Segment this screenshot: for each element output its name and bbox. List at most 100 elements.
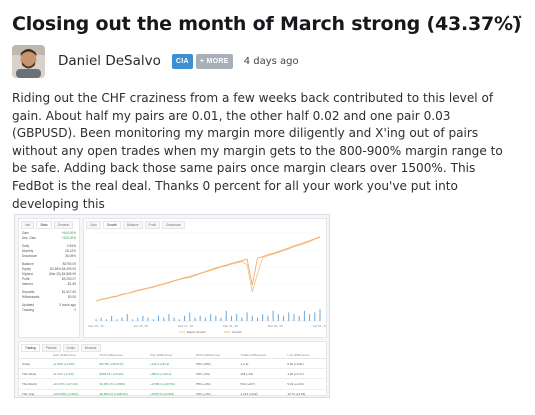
table-cell: 12.74 (+5.18) bbox=[284, 389, 326, 397]
stats-tab-general[interactable]: General bbox=[53, 221, 73, 229]
daily-bar bbox=[158, 315, 160, 321]
avatar[interactable] bbox=[12, 44, 45, 78]
stats-tab-stats[interactable]: Stats bbox=[36, 221, 52, 229]
daily-bar bbox=[309, 314, 311, 321]
table-cell: 0.02 (+0.01) bbox=[284, 358, 326, 370]
daily-bar bbox=[204, 317, 206, 321]
stat-label: Interest bbox=[22, 282, 33, 286]
chart-tab-profit[interactable]: Profit bbox=[144, 221, 160, 229]
daily-bar bbox=[298, 315, 300, 321]
table-cell: 4 (+2) bbox=[237, 358, 285, 370]
table-cell: $27.80 (+39.97%) bbox=[96, 358, 148, 370]
daily-bar bbox=[116, 319, 118, 321]
table-cell: $2,800.44 (+198.4%) bbox=[96, 389, 148, 397]
table-row[interactable]: This Month +43.37% (+37.1%) $1,351.70 (+15… bbox=[19, 378, 326, 390]
stat-row: Interest -$1.89 bbox=[19, 282, 79, 287]
table-row[interactable]: This Week +9.72% (-2.1%) $293.51 (+19.4%) +… bbox=[19, 368, 326, 380]
daily-bar bbox=[288, 312, 290, 321]
chart-tab-drawdown[interactable]: Drawdown bbox=[162, 221, 186, 229]
daily-bar bbox=[277, 314, 279, 321]
series-line-growth bbox=[95, 236, 321, 302]
daily-bar bbox=[199, 315, 201, 321]
chart-tab-balance[interactable]: Balance bbox=[123, 221, 143, 229]
table-cell: +111.9 (+84.2) bbox=[147, 358, 193, 370]
table-cell: 1.20 (+0.17) bbox=[284, 368, 326, 380]
table-cell: +563.3 (+122.4) bbox=[147, 368, 193, 380]
daily-bar bbox=[163, 317, 165, 321]
daily-bar bbox=[147, 317, 149, 321]
chart-tab-growth[interactable]: Growth bbox=[102, 221, 122, 229]
post-card: Closing out the month of March strong (4… bbox=[0, 0, 535, 415]
table-cell: $293.51 (+19.4%) bbox=[96, 368, 148, 380]
table-row[interactable]: Today +4.93% (+3.9%) $27.80 (+39.97%) +111.… bbox=[19, 358, 326, 370]
daily-bar bbox=[225, 310, 227, 321]
daily-bar bbox=[251, 315, 253, 321]
x-tick-label: Mar 19, '15 bbox=[268, 324, 283, 328]
stat-label: Abs. Gain bbox=[22, 236, 36, 240]
stat-row: Withdrawals $0.00 bbox=[19, 295, 79, 300]
daily-bar bbox=[184, 315, 186, 321]
daily-bar bbox=[137, 317, 139, 321]
table-cell: This Month bbox=[19, 378, 50, 390]
stat-value: 0 bbox=[74, 308, 76, 312]
table-row[interactable]: This Year +164.58% (+110%) $2,800.44 (+198… bbox=[19, 389, 326, 397]
stat-value: $0.00 bbox=[68, 295, 76, 299]
stat-value: +432.00% bbox=[61, 236, 76, 240]
legend-label: Equity Growth bbox=[187, 330, 206, 334]
series-line-equity-growth bbox=[95, 237, 321, 302]
daily-bar bbox=[126, 314, 128, 321]
stat-row: Tracking 0 bbox=[19, 308, 79, 313]
stats-list: Gain +944.00% Abs. Gain +432.00% Daily 0.81% M… bbox=[19, 231, 79, 313]
chart-tab-gain[interactable]: Gain bbox=[86, 221, 101, 229]
daily-bar bbox=[246, 312, 248, 321]
daily-bar bbox=[121, 317, 123, 321]
table-tab-periods[interactable]: Periods bbox=[41, 344, 61, 352]
x-tick-label: Jan 15, '15 bbox=[134, 324, 149, 328]
post-timestamp: 4 days ago bbox=[243, 55, 299, 67]
stat-row: Drawdown 36.05% bbox=[19, 254, 79, 259]
more-badges-button[interactable]: + MORE bbox=[195, 53, 233, 69]
table-tab-trading[interactable]: Trading bbox=[21, 344, 40, 352]
daily-bar bbox=[131, 319, 133, 321]
stats-tabs: Info Stats General bbox=[19, 219, 79, 229]
post-body: Riding out the CHF craziness from a few … bbox=[12, 91, 503, 211]
table-cell: +6,057.0 (+215%) bbox=[147, 389, 193, 397]
stat-value: -$1.89 bbox=[66, 282, 76, 286]
table-cell: 74% (+1%) bbox=[192, 389, 238, 397]
author-row: Daniel DeSalvo CIA + MORE 4 days ago bbox=[12, 44, 523, 78]
cia-badge: CIA bbox=[171, 53, 193, 69]
table-cell: 1,213 (+512) bbox=[237, 389, 285, 397]
table-cell: +9.72% (-2.1%) bbox=[49, 368, 97, 380]
table-tab-browser[interactable]: Browser bbox=[80, 344, 101, 352]
stat-label: Tracking bbox=[22, 308, 35, 312]
daily-bar bbox=[220, 317, 222, 321]
table-cell: $1,351.70 (+150%) bbox=[96, 378, 148, 390]
trading-table-panel: Trading Periods Goals Browser Gain (Differe… bbox=[18, 341, 327, 397]
daily-bar bbox=[267, 315, 269, 321]
stats-tab-info[interactable]: Info bbox=[21, 221, 35, 229]
daily-bar bbox=[272, 310, 274, 321]
table-tab-goals[interactable]: Goals bbox=[62, 344, 79, 352]
author-name[interactable]: Daniel DeSalvo bbox=[58, 53, 161, 69]
daily-bar bbox=[105, 319, 107, 321]
stat-value: 36.05% bbox=[65, 254, 76, 258]
table-cell: +43.37% (+37.1%) bbox=[49, 378, 97, 390]
account-stats-panel: Info Stats General Gain +944.00% Abs. Gain +4… bbox=[18, 218, 80, 338]
growth-chart-panel: Gain Growth Balance Profit Drawdown Dec 15, … bbox=[83, 218, 328, 338]
legend-label: Growth bbox=[232, 330, 242, 334]
attached-screenshot[interactable]: Info Stats General Gain +944.00% Abs. Gain +4… bbox=[14, 214, 330, 398]
daily-bar bbox=[236, 314, 238, 321]
daily-bar bbox=[189, 312, 191, 321]
table-cell: 532 (+217) bbox=[237, 378, 285, 390]
stat-row: Abs. Gain +432.00% bbox=[19, 236, 79, 241]
table-cell: +2,505.4 (+18.5%) bbox=[147, 378, 193, 390]
daily-bar bbox=[256, 317, 258, 321]
table-cell: 75% (+4%) bbox=[192, 378, 238, 390]
daily-bar bbox=[111, 315, 113, 321]
daily-bar bbox=[100, 317, 102, 321]
table-cell: 5.31 (+2.04) bbox=[284, 378, 326, 390]
x-tick-label: Dec 15, '14 bbox=[88, 324, 103, 328]
table-cell: This Year bbox=[19, 389, 50, 397]
daily-bar bbox=[152, 319, 154, 321]
more-options-icon[interactable]: ··· bbox=[506, 9, 524, 26]
